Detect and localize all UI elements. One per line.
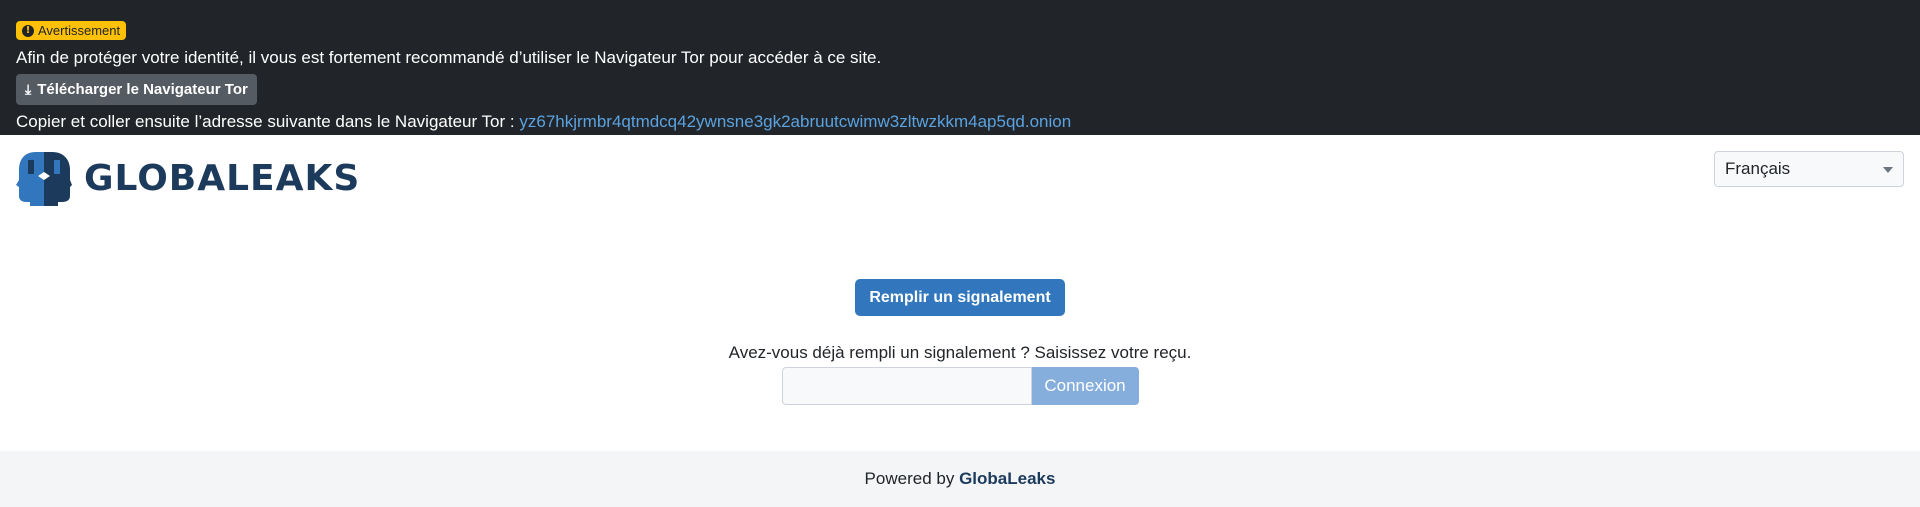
receipt-form: Connexion	[781, 367, 1139, 405]
site-header: GLOBALEAKS Français	[0, 135, 1920, 225]
download-icon: ⤓	[25, 81, 32, 98]
powered-by-text: Powered by	[864, 469, 955, 488]
warning-badge: ! Avertissement	[16, 21, 127, 40]
logo-text: GLOBALEAKS	[84, 157, 361, 199]
receipt-question-text: Avez-vous déjà rempli un signalement ? S…	[728, 343, 1192, 362]
warning-badge-label: Avertissement	[38, 23, 121, 38]
download-tor-label: Télécharger le Navigateur Tor	[37, 81, 248, 98]
receipt-input[interactable]	[781, 367, 1032, 405]
exclamation-circle-icon: !	[22, 24, 34, 37]
login-button[interactable]: Connexion	[1031, 367, 1139, 405]
language-selected-value: Français	[1725, 159, 1791, 178]
globaleaks-footer-link[interactable]: GlobaLeaks	[959, 469, 1055, 488]
onion-copy-line: Copier et coller ensuite l’adresse suiva…	[16, 112, 1904, 132]
main-content: Remplir un signalement Avez-vous déjà re…	[0, 225, 1920, 405]
tor-warning-banner: ! Avertissement Afin de protéger votre i…	[0, 0, 1920, 135]
page-footer: Powered by GlobaLeaks	[0, 451, 1920, 507]
language-select[interactable]: Français	[1714, 151, 1904, 187]
chevron-down-icon	[1883, 167, 1893, 173]
copy-instruction-text: Copier et coller ensuite l’adresse suiva…	[16, 112, 515, 131]
globaleaks-logo[interactable]: GLOBALEAKS	[16, 150, 360, 206]
onion-address-link[interactable]: yz67hkjrmbr4qtmdcq42ywnsne3gk2abruutcwim…	[519, 112, 1071, 131]
file-report-button[interactable]: Remplir un signalement	[855, 279, 1065, 316]
globaleaks-logo-icon	[16, 152, 72, 206]
tor-recommendation-text: Afin de protéger votre identité, il vous…	[16, 48, 882, 67]
download-tor-button[interactable]: ⤓ Télécharger le Navigateur Tor	[16, 74, 257, 105]
